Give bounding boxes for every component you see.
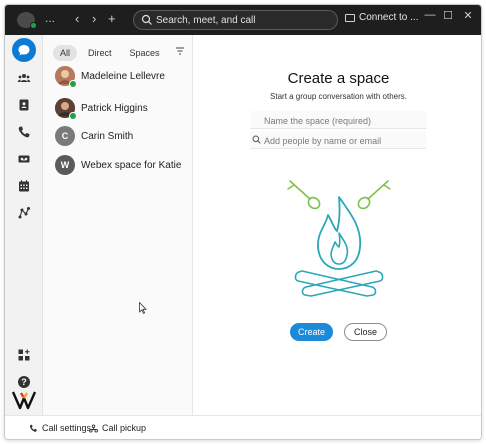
help-icon[interactable]: ? xyxy=(17,375,31,389)
rail-calendar[interactable] xyxy=(12,174,36,198)
teams-icon xyxy=(17,74,31,82)
list-item[interactable]: Patrick Higgins xyxy=(43,95,193,123)
filter-direct[interactable]: Direct xyxy=(81,45,119,61)
new-button[interactable]: + xyxy=(108,11,116,26)
campfire-illustration xyxy=(287,180,391,297)
maximize-button[interactable]: ☐ xyxy=(441,9,455,22)
title-bar: ... ‹ › + Connect to ... — ☐ ✕ xyxy=(5,5,481,35)
space-name-input[interactable] xyxy=(250,112,426,130)
call-pickup-label: Call pickup xyxy=(102,423,147,433)
call-settings-label: Call settings xyxy=(42,423,92,433)
page-title: Create a space xyxy=(287,70,390,87)
add-people-input[interactable] xyxy=(250,132,426,150)
search-icon xyxy=(252,135,261,144)
messaging-icon xyxy=(18,45,30,56)
avatar: C xyxy=(55,126,75,146)
forward-button[interactable]: › xyxy=(92,11,96,26)
user-avatar[interactable] xyxy=(17,12,37,29)
list-item-label: Webex space for Katie xyxy=(81,160,182,171)
presence-dot xyxy=(69,112,77,120)
call-settings-button[interactable]: Call settings xyxy=(29,423,91,433)
filter-spaces[interactable]: Spaces xyxy=(123,45,167,61)
search-input[interactable] xyxy=(156,12,334,28)
list-item-label: Madeleine Lellevre xyxy=(81,71,165,82)
presence-dot xyxy=(30,22,37,29)
avatar: W xyxy=(55,155,75,175)
rail-messaging[interactable] xyxy=(12,38,36,62)
list-item[interactable]: Madeleine Lellevre xyxy=(43,63,193,91)
device-icon xyxy=(345,13,355,22)
list-item-label: Patrick Higgins xyxy=(81,103,148,114)
close-button[interactable]: Close xyxy=(344,323,387,341)
calling-icon xyxy=(18,126,30,138)
minimize-button[interactable]: — xyxy=(423,9,437,21)
calendar-icon xyxy=(19,180,29,192)
list-filters: All Direct Spaces xyxy=(53,45,167,61)
connect-to-device-button[interactable]: Connect to ... xyxy=(345,12,418,23)
apps-icon[interactable] xyxy=(17,348,31,362)
space-name-field[interactable] xyxy=(250,111,426,130)
call-settings-icon xyxy=(30,424,37,432)
more-options[interactable]: ... xyxy=(45,11,55,25)
search-icon xyxy=(141,14,152,25)
avatar xyxy=(55,66,77,88)
avatar xyxy=(55,98,77,120)
workflow-icon xyxy=(18,207,30,219)
presence-dot xyxy=(69,80,77,88)
add-people-field[interactable] xyxy=(250,131,426,150)
list-item[interactable]: W Webex space for Katie xyxy=(43,152,193,180)
mouse-cursor-icon xyxy=(139,302,147,314)
navigation-rail: ? xyxy=(5,35,43,439)
call-pickup-button[interactable]: Call pickup xyxy=(89,423,146,433)
connect-label: Connect to ... xyxy=(359,12,419,23)
rail-teams[interactable] xyxy=(12,66,36,90)
app-window: ... ‹ › + Connect to ... — ☐ ✕ xyxy=(4,4,482,440)
filter-all[interactable]: All xyxy=(53,45,78,61)
page-subtitle: Start a group conversation with others. xyxy=(270,92,407,101)
svg-text:?: ? xyxy=(21,377,27,387)
close-window-button[interactable]: ✕ xyxy=(461,9,475,22)
search-box[interactable] xyxy=(133,10,338,30)
back-button[interactable]: ‹ xyxy=(75,11,79,26)
create-button[interactable]: Create xyxy=(290,323,333,341)
filter-icon[interactable] xyxy=(175,46,185,56)
contacts-icon xyxy=(19,99,29,111)
call-pickup-icon xyxy=(89,423,98,433)
conversation-list-panel: All Direct Spaces Madeleine Lellevre Pat… xyxy=(43,35,193,415)
rail-voicemail[interactable] xyxy=(12,147,36,171)
bottom-bar: Call settings Call pickup xyxy=(5,415,481,439)
create-space-panel: Create a space Start a group conversatio… xyxy=(194,35,481,415)
rail-workflows[interactable] xyxy=(12,201,36,225)
rail-calling[interactable] xyxy=(12,120,36,144)
list-item-label: Carin Smith xyxy=(81,131,134,142)
rail-contacts[interactable] xyxy=(12,93,36,117)
list-item[interactable]: C Carin Smith xyxy=(43,123,193,151)
voicemail-icon xyxy=(18,155,30,163)
webex-logo-icon xyxy=(11,391,37,410)
